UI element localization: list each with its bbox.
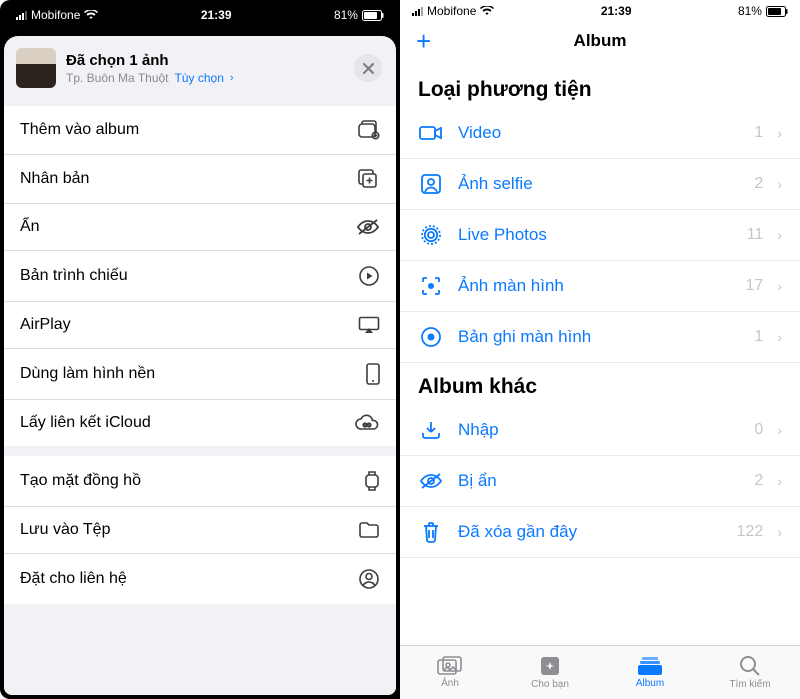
cloud-link-icon <box>354 414 380 432</box>
selfie-icon <box>418 171 444 197</box>
record-icon <box>418 324 444 350</box>
hidden-icon <box>418 468 444 494</box>
phone-icon <box>354 363 380 385</box>
action-watch-face[interactable]: Tạo mặt đồng hồ <box>4 456 396 507</box>
airplay-icon <box>354 316 380 334</box>
add-album-icon <box>354 120 380 140</box>
action-icloud-link[interactable]: Lấy liên kết iCloud <box>4 400 396 446</box>
tab-bar: Ảnh Cho bạn Album Tìm kiếm <box>400 645 800 699</box>
watch-icon <box>354 470 380 492</box>
chevron-right-icon: › <box>777 176 782 192</box>
action-wallpaper[interactable]: Dùng làm hình nền <box>4 349 396 400</box>
action-group-1: Thêm vào album Nhân bản Ẩn <box>4 106 396 446</box>
action-add-to-album[interactable]: Thêm vào album <box>4 106 396 155</box>
album-row-screenshot[interactable]: Ảnh màn hình 17 › <box>400 261 800 312</box>
play-icon <box>354 265 380 287</box>
tab-photos[interactable]: Ảnh <box>400 646 500 699</box>
options-link[interactable]: Tùy chọn <box>175 71 224 85</box>
chevron-right-icon: › <box>777 329 782 345</box>
album-row-selfie[interactable]: Ảnh selfie 2 › <box>400 159 800 210</box>
contact-icon <box>354 568 380 590</box>
action-slideshow[interactable]: Bản trình chiếu <box>4 251 396 302</box>
signal-icon <box>412 6 423 16</box>
album-row-hidden[interactable]: Bị ẩn 2 › <box>400 456 800 507</box>
share-sheet: Đã chọn 1 ảnh Tp. Buôn Ma Thuột Tùy chọn… <box>4 36 396 695</box>
clock: 21:39 <box>601 4 632 18</box>
nav-title: Album <box>574 31 627 51</box>
action-hide[interactable]: Ẩn <box>4 204 396 251</box>
action-duplicate[interactable]: Nhân bản <box>4 155 396 204</box>
import-icon <box>418 417 444 443</box>
tab-for-you[interactable]: Cho bạn <box>500 646 600 699</box>
nav-bar: + Album <box>400 22 800 58</box>
close-button[interactable] <box>354 54 382 82</box>
tab-search[interactable]: Tìm kiếm <box>700 646 800 699</box>
chevron-right-icon: › <box>777 422 782 438</box>
sheet-title: Đã chọn 1 ảnh <box>66 52 344 69</box>
sheet-header: Đã chọn 1 ảnh Tp. Buôn Ma Thuột Tùy chọn… <box>4 36 396 100</box>
screenshot-icon <box>418 273 444 299</box>
section-other-albums: Album khác <box>400 363 800 405</box>
wifi-icon <box>84 10 98 20</box>
albums-content[interactable]: Loại phương tiện Video 1 › Ảnh selfie 2 … <box>400 58 800 645</box>
battery-icon <box>362 10 384 21</box>
photo-thumbnail[interactable] <box>16 48 56 88</box>
sheet-location: Tp. Buôn Ma Thuột <box>66 71 169 85</box>
chevron-right-icon: › <box>777 473 782 489</box>
phone-share-sheet: Mobifone 21:39 81% Đã chọn 1 ảnh Tp. Buô… <box>0 0 400 699</box>
action-group-2: Tạo mặt đồng hồ Lưu vào Tệp Đặt cho liên… <box>4 456 396 604</box>
trash-icon <box>418 519 444 545</box>
chevron-right-icon: › <box>230 72 234 84</box>
chevron-right-icon: › <box>777 227 782 243</box>
battery-percent: 81% <box>738 4 762 18</box>
wifi-icon <box>480 6 494 16</box>
live-icon <box>418 222 444 248</box>
chevron-right-icon: › <box>777 125 782 141</box>
section-media-types: Loại phương tiện <box>400 66 800 108</box>
signal-icon <box>16 10 27 20</box>
folder-icon <box>354 521 380 539</box>
status-bar: Mobifone 21:39 81% <box>400 0 800 22</box>
action-airplay[interactable]: AirPlay <box>4 302 396 349</box>
carrier-label: Mobifone <box>427 4 476 18</box>
action-save-to-files[interactable]: Lưu vào Tệp <box>4 507 396 554</box>
battery-icon <box>766 6 788 17</box>
phone-albums-screen: Mobifone 21:39 81% + Album Loại phương t… <box>400 0 800 699</box>
album-row-trash[interactable]: Đã xóa gần đây 122 › <box>400 507 800 558</box>
action-assign-contact[interactable]: Đặt cho liên hệ <box>4 554 396 604</box>
add-album-button[interactable]: + <box>416 32 431 50</box>
video-icon <box>418 120 444 146</box>
album-row-screenrecord[interactable]: Bản ghi màn hình 1 › <box>400 312 800 363</box>
chevron-right-icon: › <box>777 278 782 294</box>
album-row-video[interactable]: Video 1 › <box>400 108 800 159</box>
album-row-live[interactable]: Live Photos 11 › <box>400 210 800 261</box>
carrier-label: Mobifone <box>31 8 80 22</box>
chevron-right-icon: › <box>777 524 782 540</box>
battery-percent: 81% <box>334 8 358 22</box>
duplicate-icon <box>354 169 380 189</box>
album-row-imports[interactable]: Nhập 0 › <box>400 405 800 456</box>
status-bar: Mobifone 21:39 81% <box>4 4 396 26</box>
tab-albums[interactable]: Album <box>600 646 700 699</box>
clock: 21:39 <box>201 8 232 22</box>
hide-icon <box>354 218 380 236</box>
